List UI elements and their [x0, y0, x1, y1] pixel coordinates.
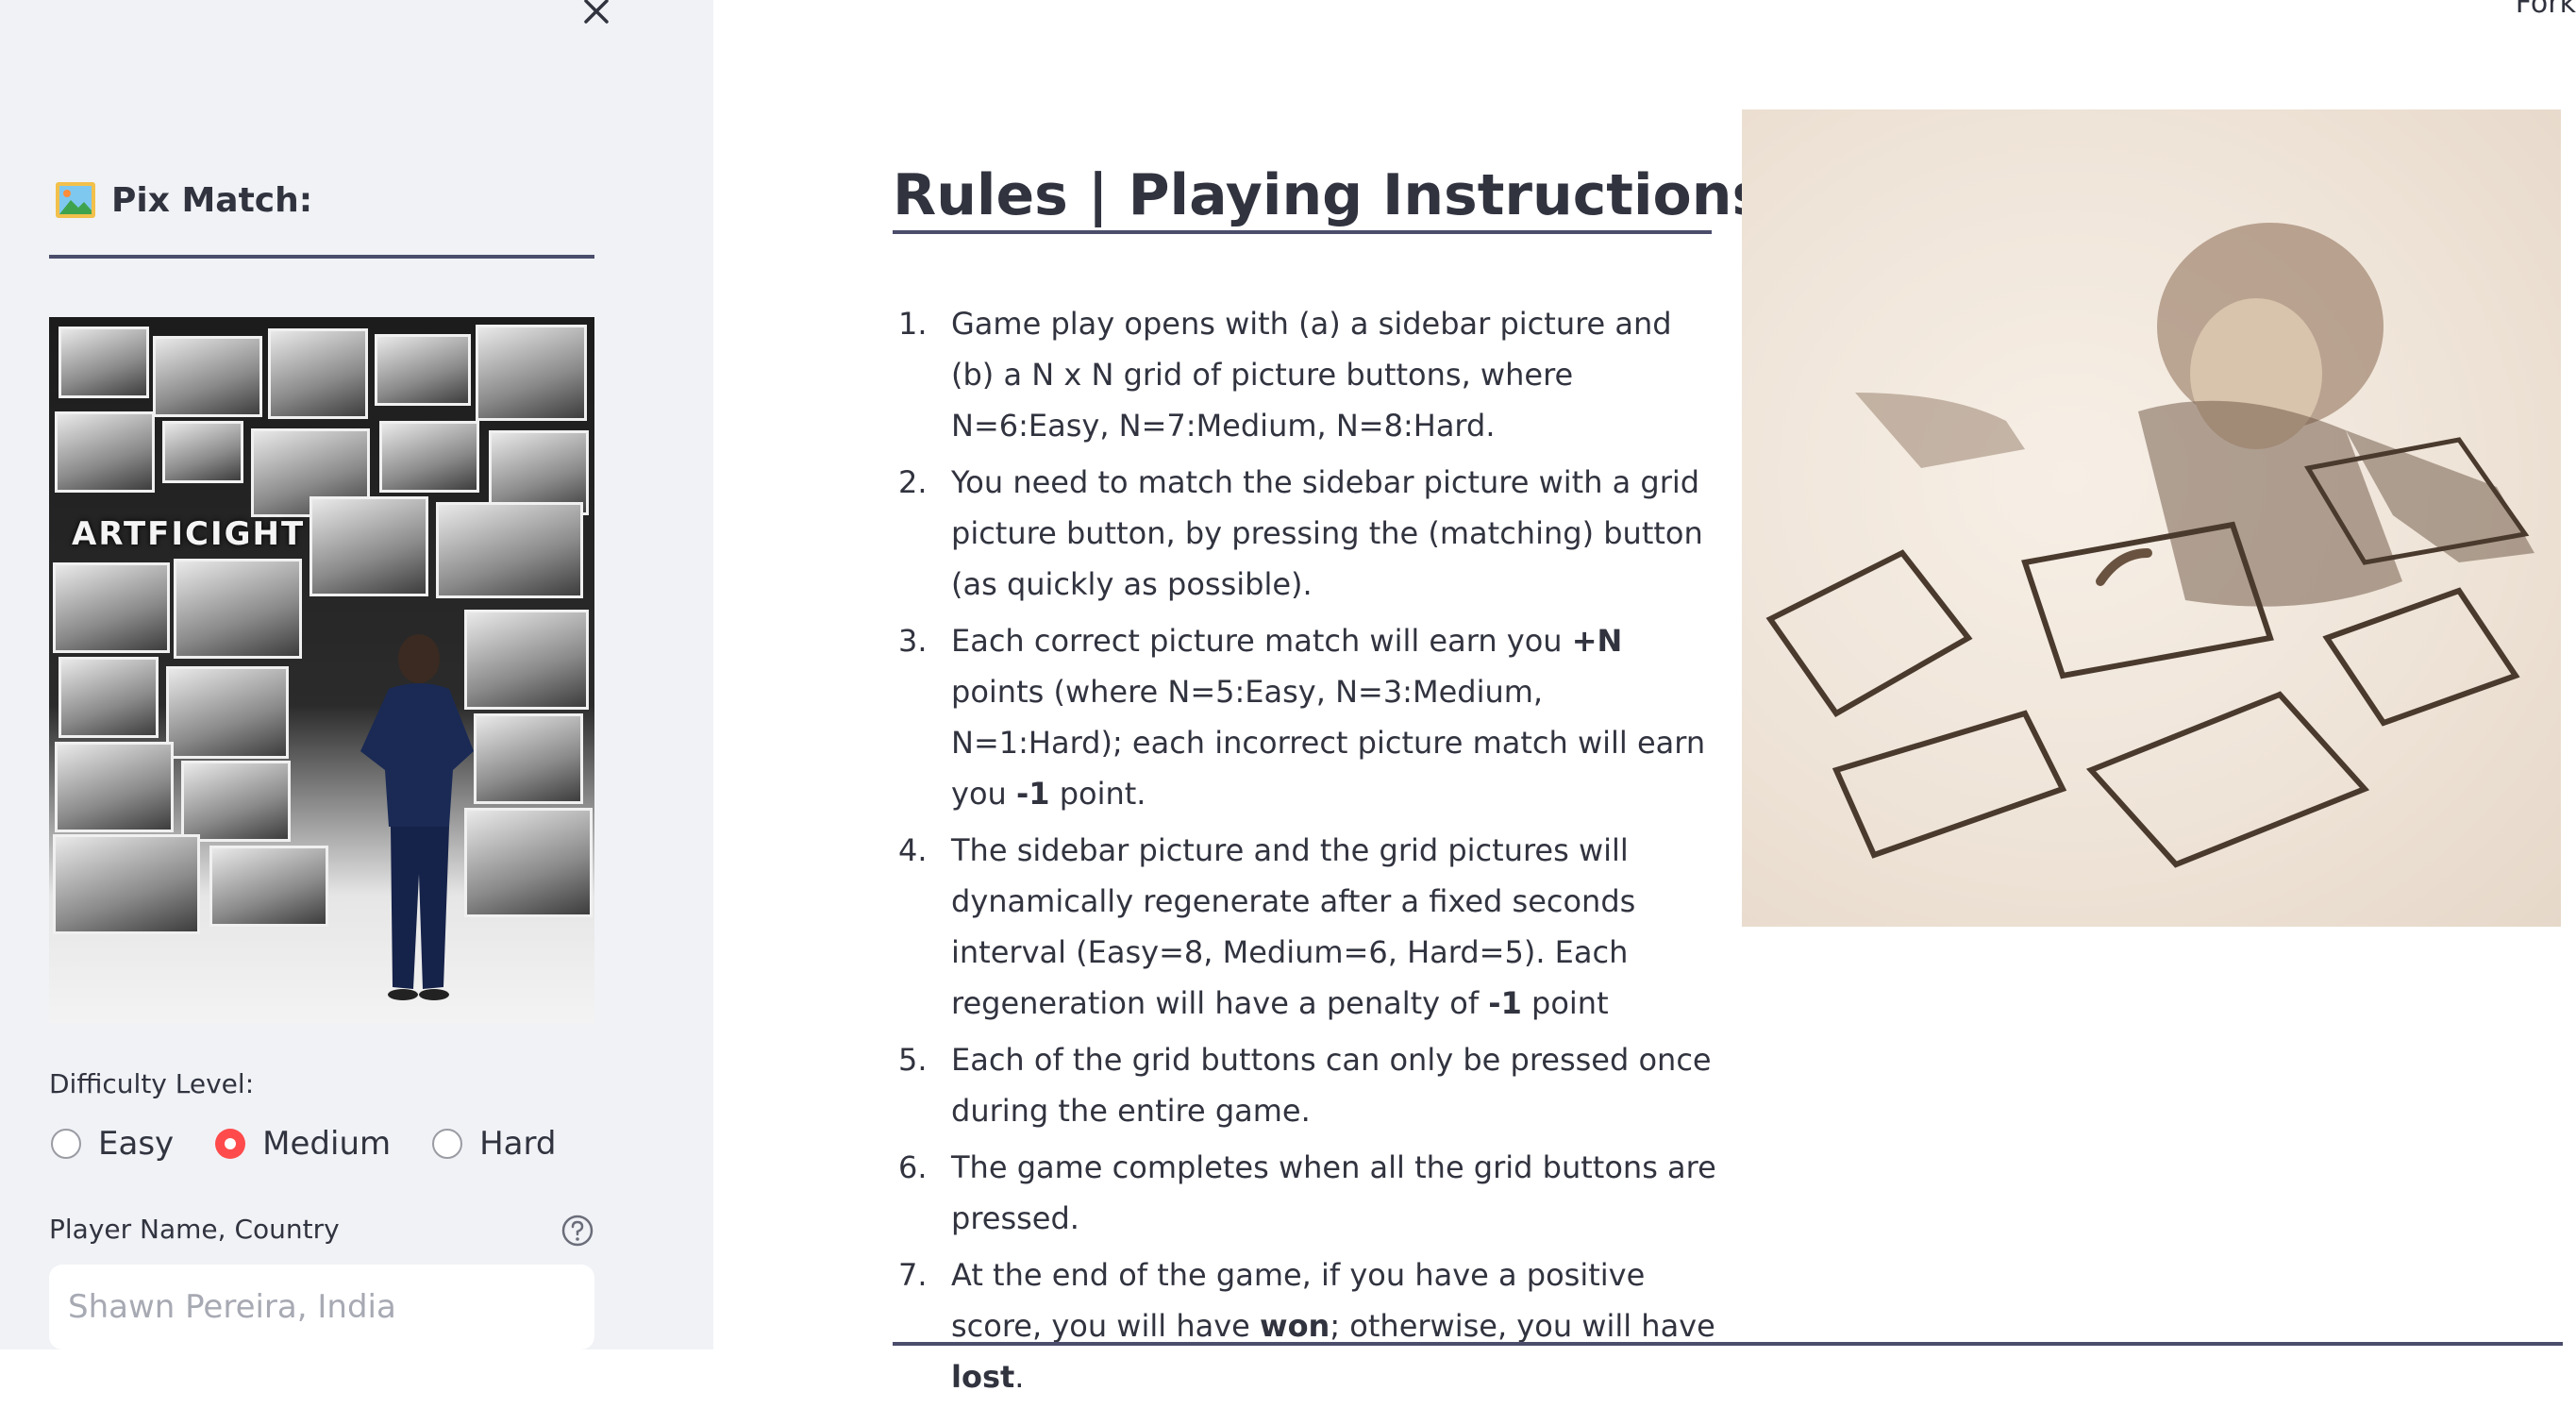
help-icon[interactable] [560, 1214, 594, 1248]
rule-item: 2. You need to match the sidebar picture … [893, 457, 1723, 610]
sidebar-divider [49, 255, 594, 259]
rule-number: 3. [898, 623, 928, 659]
difficulty-option-easy[interactable]: Easy [51, 1125, 174, 1163]
rule-text: You need to match the sidebar picture wi… [951, 464, 1703, 602]
difficulty-option-medium[interactable]: Medium [215, 1125, 391, 1163]
player-name-label: Player Name, Country [49, 1214, 340, 1245]
player-name-input[interactable] [49, 1265, 594, 1349]
difficulty-option-hard[interactable]: Hard [432, 1125, 556, 1163]
sidebar: Pix Match: ARTFICIGHT Difficulty Level: … [0, 0, 713, 1349]
standing-man-figure [360, 634, 474, 1000]
title-divider [893, 230, 1712, 234]
sidebar-picture: ARTFICIGHT [49, 317, 594, 1023]
radio-unchecked-icon [51, 1129, 81, 1159]
rule-number: 6. [898, 1149, 928, 1185]
rule-text: The game completes when all the grid but… [951, 1149, 1716, 1236]
radio-checked-icon [215, 1129, 246, 1159]
close-icon [584, 0, 609, 24]
rule-text: Game play opens with (a) a sidebar pictu… [951, 306, 1672, 444]
rule-item: 6. The game completes when all the grid b… [893, 1142, 1723, 1244]
framed-picture-icon [56, 182, 95, 218]
difficulty-option-label: Medium [262, 1125, 392, 1163]
rule-text: Each correct picture match will earn you [951, 623, 1572, 659]
rule-item: 3. Each correct picture match will earn y… [893, 615, 1723, 819]
fork-link[interactable]: Fork [2516, 0, 2576, 20]
rule-emphasis: +N [1571, 623, 1623, 659]
picture-wall-lettering: ARTFICIGHT [72, 515, 306, 553]
rule-text: . [1014, 1359, 1025, 1395]
rule-emphasis: won [1260, 1308, 1330, 1344]
rule-text: ; otherwise, you will have [1330, 1308, 1715, 1344]
rule-text: Each of the grid buttons can only be pre… [951, 1042, 1712, 1129]
rules-list: 1. Game play opens with (a) a sidebar pic… [893, 298, 1723, 1408]
rule-text: point [1521, 985, 1609, 1021]
rule-item: 5. Each of the grid buttons can only be p… [893, 1034, 1723, 1136]
rule-emphasis: -1 [1488, 985, 1522, 1021]
child-sketch-illustration [1742, 109, 2561, 927]
difficulty-option-label: Hard [479, 1125, 557, 1163]
rule-number: 5. [898, 1042, 928, 1078]
difficulty-label: Difficulty Level: [49, 1068, 255, 1099]
rule-text: point. [1049, 776, 1146, 812]
rule-item: 4. The sidebar picture and the grid pictu… [893, 825, 1723, 1029]
difficulty-radio-group: Easy Medium Hard [51, 1125, 556, 1163]
rule-emphasis: -1 [1015, 776, 1050, 812]
rule-item: 1. Game play opens with (a) a sidebar pic… [893, 298, 1723, 451]
sidebar-title: Pix Match: [55, 174, 312, 226]
rule-number: 1. [898, 306, 928, 342]
close-sidebar-button[interactable] [577, 0, 615, 30]
rule-item: 7. At the end of the game, if you have a … [893, 1249, 1723, 1402]
page-title: Rules | Playing Instructions: [893, 162, 1789, 229]
difficulty-option-label: Easy [98, 1125, 175, 1163]
rule-number: 2. [898, 464, 928, 500]
sidebar-title-text: Pix Match: [111, 180, 313, 220]
rule-number: 7. [898, 1257, 928, 1293]
bottom-divider [893, 1342, 2563, 1346]
radio-unchecked-icon [432, 1129, 463, 1159]
rule-emphasis: lost [951, 1359, 1015, 1395]
rule-number: 4. [898, 832, 928, 868]
